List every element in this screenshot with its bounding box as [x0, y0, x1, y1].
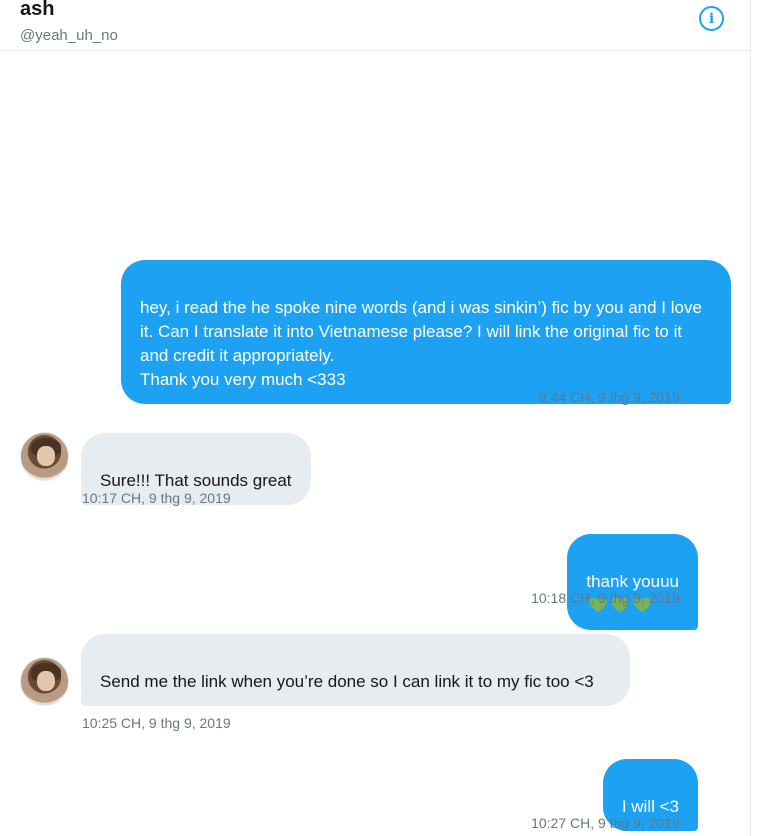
timestamp-text: 10:18 CH, 9 thg 9, 2019	[531, 590, 680, 606]
contact-name[interactable]: ash	[20, 0, 54, 21]
conversation-header: ash @yeah_uh_no i	[0, 0, 750, 51]
message-timestamp: 10:17 CH, 9 thg 9, 2019	[82, 490, 231, 506]
message-timestamp: 10:18 CH, 9 thg 9, 2019 ✓	[531, 589, 697, 607]
checkmark-icon: ✓	[682, 588, 697, 607]
message-text: Send me the link when you’re done so I c…	[100, 672, 594, 691]
message-bubble-sent[interactable]: hey, i read the he spoke nine words (and…	[121, 260, 731, 404]
message-bubble-sent[interactable]: thank youuu	[567, 534, 698, 630]
message-timestamp: 9:44 CH, 9 thg 9, 2019 ✓	[539, 388, 697, 406]
avatar[interactable]	[20, 657, 69, 706]
message-text: Sure!!! That sounds great	[100, 471, 292, 490]
timestamp-text: 10:27 CH, 9 thg 9, 2019	[531, 815, 680, 831]
contact-handle: @yeah_uh_no	[20, 27, 118, 44]
message-timestamp: 10:27 CH, 9 thg 9, 2019 ✓	[531, 814, 697, 832]
checkmark-icon: ✓	[682, 813, 697, 832]
message-timestamp: 10:25 CH, 9 thg 9, 2019	[82, 715, 231, 731]
timestamp-text: 9:44 CH, 9 thg 9, 2019	[538, 389, 680, 405]
info-icon[interactable]: i	[699, 6, 724, 31]
conversation-panel: ash @yeah_uh_no i hey, i read the he spo…	[0, 0, 751, 836]
avatar[interactable]	[20, 432, 69, 481]
message-text: hey, i read the he spoke nine words (and…	[140, 298, 702, 389]
message-bubble-received[interactable]: Send me the link when you’re done so I c…	[81, 634, 630, 706]
checkmark-icon: ✓	[682, 387, 697, 406]
